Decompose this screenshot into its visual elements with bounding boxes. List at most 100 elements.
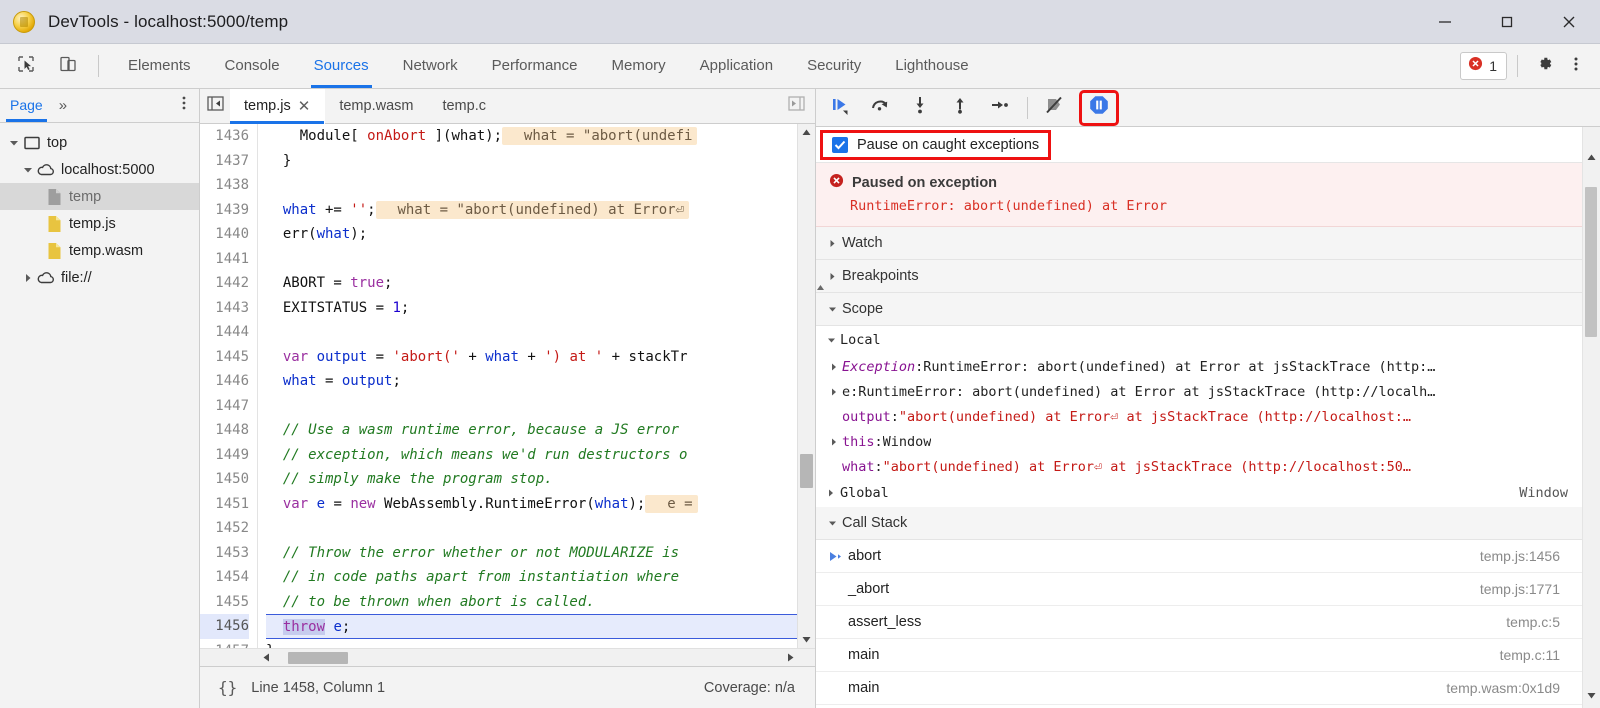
section-breakpoints[interactable]: Breakpoints	[816, 260, 1582, 293]
source-editor[interactable]: 1436143714381439144014411442144314441445…	[200, 124, 815, 648]
editor-hscroll-thumb[interactable]	[288, 652, 348, 664]
tab-security[interactable]: Security	[790, 44, 878, 88]
navigator-menu-button[interactable]	[177, 94, 191, 117]
pause-on-caught-exceptions-checkbox[interactable]: Pause on caught exceptions	[823, 133, 1048, 157]
code-line[interactable]: err(what);	[266, 222, 797, 247]
code-line[interactable]	[266, 247, 797, 272]
code-line[interactable]: what = output;	[266, 369, 797, 394]
maximize-button[interactable]	[1476, 0, 1538, 44]
tab-lighthouse[interactable]: Lighthouse	[878, 44, 985, 88]
line-number[interactable]: 1457	[200, 639, 249, 649]
chevron-right-icon[interactable]	[822, 239, 842, 248]
scroll-up-icon[interactable]	[798, 124, 815, 141]
tab-sources[interactable]: Sources	[297, 44, 386, 88]
call-stack-frame-main-wasm[interactable]: main temp.wasm:0x1d9	[816, 672, 1582, 705]
pause-on-exceptions-button[interactable]	[1082, 93, 1116, 123]
code-line[interactable]: Module[ onAbort ](what); what = "abort(u…	[266, 124, 797, 149]
tabstrip-expand-right-button[interactable]	[781, 89, 811, 124]
code-line[interactable]: // simply make the program stop.	[266, 467, 797, 492]
chevron-down-icon[interactable]	[822, 336, 840, 345]
code-line[interactable]: // Throw the error whether or not MODULA…	[266, 541, 797, 566]
close-button[interactable]	[1538, 0, 1600, 44]
chevron-right-icon[interactable]	[822, 272, 842, 281]
chevron-down-icon[interactable]	[822, 519, 842, 528]
source-tab-temp-js[interactable]: temp.js ✕	[230, 89, 325, 124]
debugger-vertical-scrollbar[interactable]	[1582, 127, 1600, 708]
section-scope[interactable]: Scope	[816, 293, 1582, 326]
code-line[interactable]	[266, 320, 797, 345]
line-number[interactable]: 1453	[200, 541, 249, 566]
code-line[interactable]: }	[266, 639, 797, 649]
nav-more-tabs-button[interactable]: »	[53, 97, 73, 114]
scroll-down-icon[interactable]	[1583, 687, 1600, 704]
error-count-badge[interactable]: 1	[1460, 52, 1507, 80]
line-number[interactable]: 1439	[200, 198, 249, 223]
tree-item-file-protocol[interactable]: file://	[0, 264, 199, 291]
call-stack-frame-_abort[interactable]: _abort temp.js:1771	[816, 573, 1582, 606]
line-number[interactable]: 1437	[200, 149, 249, 174]
step-out-of-current-function-button[interactable]	[943, 93, 977, 123]
tab-performance[interactable]: Performance	[475, 44, 595, 88]
chevron-down-icon[interactable]	[6, 138, 22, 148]
line-number[interactable]: 1450	[200, 467, 249, 492]
tree-item-temp[interactable]: temp	[0, 183, 199, 210]
line-number[interactable]: 1456	[200, 614, 249, 639]
scope-property-e[interactable]: e : RuntimeError: abort(undefined) at Er…	[816, 379, 1582, 404]
resume-script-execution-button[interactable]	[823, 93, 857, 123]
editor-vertical-scrollbar[interactable]	[797, 124, 815, 648]
line-number[interactable]: 1446	[200, 369, 249, 394]
tab-elements[interactable]: Elements	[111, 44, 208, 88]
call-stack-frame-main-c[interactable]: main temp.c:11	[816, 639, 1582, 672]
scope-global-header[interactable]: Global Window	[816, 479, 1582, 507]
checkbox-checked-icon[interactable]	[832, 137, 848, 153]
tab-memory[interactable]: Memory	[595, 44, 683, 88]
line-number[interactable]: 1436	[200, 124, 249, 149]
section-watch[interactable]: Watch	[816, 227, 1582, 260]
nav-tab-page[interactable]: Page	[0, 89, 53, 122]
line-number[interactable]: 1448	[200, 418, 249, 443]
sidebar-splitter-handle[interactable]	[816, 279, 825, 309]
code-line[interactable]: // exception, which means we'd run destr…	[266, 443, 797, 468]
scroll-up-icon[interactable]	[1583, 149, 1600, 166]
code-line[interactable]	[266, 516, 797, 541]
scroll-right-icon[interactable]	[786, 649, 795, 667]
editor-horizontal-scrollbar[interactable]	[200, 648, 815, 666]
scope-property-exception[interactable]: Exception : RuntimeError: abort(undefine…	[816, 354, 1582, 379]
line-number[interactable]: 1455	[200, 590, 249, 615]
line-number[interactable]: 1449	[200, 443, 249, 468]
code-line[interactable]: // in code paths apart from instantiatio…	[266, 565, 797, 590]
more-options-button[interactable]	[1560, 51, 1592, 81]
editor-scroll-thumb[interactable]	[800, 454, 813, 488]
pretty-print-button[interactable]: {}	[218, 678, 237, 697]
step-button[interactable]	[983, 93, 1017, 123]
line-number[interactable]: 1442	[200, 271, 249, 296]
line-number[interactable]: 1447	[200, 394, 249, 419]
line-number[interactable]: 1444	[200, 320, 249, 345]
chevron-right-icon[interactable]	[822, 489, 840, 497]
tab-application[interactable]: Application	[683, 44, 790, 88]
line-number[interactable]: 1452	[200, 516, 249, 541]
minimize-button[interactable]	[1414, 0, 1476, 44]
code-line[interactable]: what += ''; what = "abort(undefined) at …	[266, 198, 797, 223]
chevron-right-icon[interactable]	[826, 438, 842, 446]
step-over-next-function-call-button[interactable]	[863, 93, 897, 123]
tree-item-temp-wasm[interactable]: temp.wasm	[0, 237, 199, 264]
code-content[interactable]: Module[ onAbort ](what); what = "abort(u…	[258, 124, 797, 648]
chevron-right-icon[interactable]	[826, 363, 842, 371]
call-stack-frame-abort[interactable]: abort temp.js:1456	[816, 540, 1582, 573]
line-number[interactable]: 1440	[200, 222, 249, 247]
scroll-down-icon[interactable]	[798, 631, 815, 648]
scope-property-what[interactable]: what : "abort(undefined) at Error⏎ at js…	[816, 454, 1582, 479]
code-line[interactable]: // to be thrown when abort is called.	[266, 590, 797, 615]
scroll-left-icon[interactable]	[262, 649, 271, 667]
tab-console[interactable]: Console	[208, 44, 297, 88]
section-call-stack[interactable]: Call Stack	[816, 507, 1582, 540]
tree-item-top[interactable]: top	[0, 129, 199, 156]
code-line[interactable]: var e = new WebAssembly.RuntimeError(wha…	[266, 492, 797, 517]
settings-button[interactable]	[1528, 51, 1560, 81]
scope-local-header[interactable]: Local	[816, 326, 1582, 354]
line-number[interactable]: 1454	[200, 565, 249, 590]
source-tab-temp-c[interactable]: temp.c	[428, 89, 501, 124]
source-tab-temp-wasm[interactable]: temp.wasm	[325, 89, 428, 124]
chevron-down-icon[interactable]	[20, 165, 36, 175]
